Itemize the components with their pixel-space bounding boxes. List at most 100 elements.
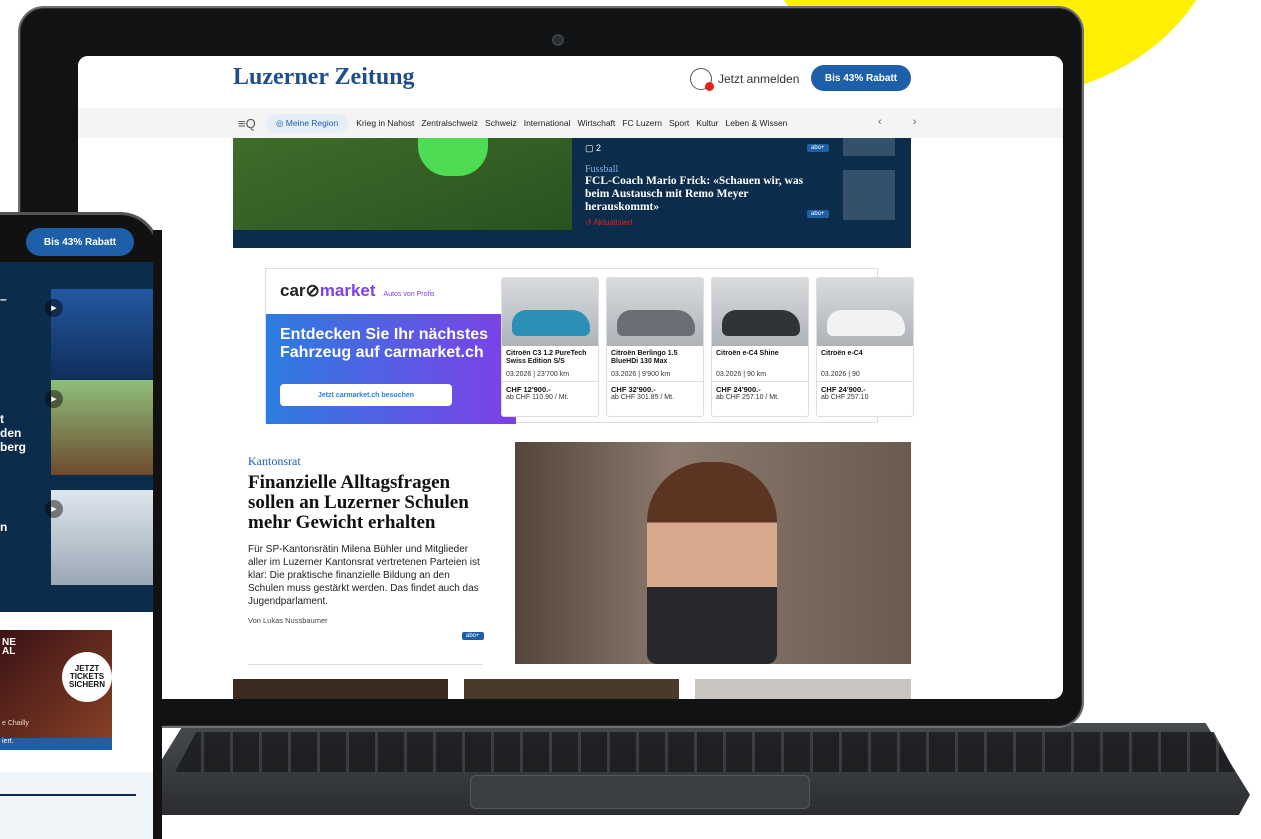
login-link[interactable]: Jetzt anmelden [690, 66, 799, 92]
carmarket-logo: car⊘market Autos von Profis [280, 281, 435, 301]
phone-teaser-image[interactable]: ▶ [45, 289, 153, 384]
hero-teaser[interactable]: ▢ 2 Fussball FCL-Coach Mario Frick: «Sch… [233, 138, 911, 248]
phone-frame-edge [153, 230, 162, 839]
article-lead: Für SP-Kantonsrätin Milena Bühler und Mi… [248, 544, 480, 607]
play-icon[interactable]: ▶ [45, 500, 63, 518]
teaser-image[interactable] [464, 679, 679, 699]
phone-teaser-image[interactable]: ▶ [45, 380, 153, 475]
phone-teaser-text[interactable]: n [0, 520, 7, 534]
menu-search-icon[interactable]: ≡Q [238, 116, 266, 131]
portrait-figure [647, 462, 777, 664]
phone-light-section: NE AL JETZT TICKETS SICHERN e Chailly ie… [0, 612, 153, 839]
divider [248, 664, 483, 665]
phone-ad-caption: e Chailly [2, 720, 29, 727]
car-name: Citroën C3 1.2 PureTech Swiss Edition S/… [506, 350, 587, 365]
car-shape [827, 310, 905, 336]
car-price: CHF 12'900.- [506, 385, 551, 394]
phone-ad-footer: iert. [0, 738, 112, 750]
keyboard [175, 732, 1235, 772]
nav-region-label: Meine Region [285, 117, 339, 128]
check-icon: ⊘ [305, 281, 320, 300]
car-name: Citroën Berlingo 1.5 BlueHDi 130 Max [611, 350, 678, 365]
nav-region[interactable]: ◎ Meine Region [266, 113, 349, 133]
site-header: Luzerner Zeitung Jetzt anmelden Bis 43% … [78, 56, 1063, 108]
phone-teaser-text[interactable]: t den berg [0, 412, 26, 454]
car-rate: ab CHF 257.10 [821, 394, 869, 401]
phone-ad[interactable]: NE AL JETZT TICKETS SICHERN e Chailly [0, 630, 112, 750]
phone-ad-title: NE AL [2, 637, 16, 657]
car-shape [617, 310, 695, 336]
nav-item-zentralschweiz[interactable]: Zentralschweiz [421, 118, 478, 128]
logo-tagline: Autos von Profis [383, 291, 435, 298]
laptop-lid: Luzerner Zeitung Jetzt anmelden Bis 43% … [18, 6, 1084, 728]
logo-part-car: car [280, 281, 306, 300]
comment-count-value: 2 [596, 143, 602, 153]
nav-item-sport[interactable]: Sport [669, 118, 689, 128]
hero-headline[interactable]: FCL-Coach Mario Frick: «Schauen wir, was… [585, 175, 815, 214]
ad-cta-button[interactable]: Jetzt carmarket.ch besuchen [280, 384, 452, 406]
teaser-thumbnail[interactable] [843, 170, 895, 220]
car-spec: 03.2026 | 90 km [712, 368, 808, 382]
nav-item-international[interactable]: International [524, 118, 571, 128]
car-shape [512, 310, 590, 336]
subscribe-button[interactable]: Bis 43% Rabatt [811, 65, 911, 91]
article-headline[interactable]: Finanzielle Alltagsfragen sollen an Luze… [248, 473, 488, 533]
car-image [817, 278, 913, 346]
car-price: CHF 24'900.- [716, 385, 761, 394]
football-image [233, 138, 572, 230]
abo-badge: abo+ [807, 210, 829, 218]
phone-teaser-image[interactable]: ▶ [45, 490, 153, 585]
article-photo[interactable] [515, 442, 911, 664]
logo-part-market: market [319, 281, 376, 300]
nav-item-fc-luzern[interactable]: FC Luzern [622, 118, 662, 128]
phone-dark-section: – ▶ t den berg ▶ n ▶ [0, 262, 153, 612]
car-shape [722, 310, 800, 336]
update-label: Aktualisiert [593, 218, 633, 227]
user-icon [690, 68, 714, 91]
article-byline: Von Lukas Nussbaumer [248, 616, 328, 625]
car-card[interactable]: Citroën e-C4 03.2026 | 90 CHF 24'900.- ab C… [816, 277, 914, 417]
tickets-badge[interactable]: JETZT TICKETS SICHERN [62, 652, 112, 702]
laptop-screen: Luzerner Zeitung Jetzt anmelden Bis 43% … [78, 56, 1063, 699]
main-nav: ≡Q ◎ Meine Region Krieg in Nahost Zentra… [78, 108, 1063, 138]
car-image [502, 278, 598, 346]
car-rate: ab CHF 301.85 / Mt. [611, 394, 675, 401]
car-spec: 03.2026 | 23'700 km [502, 368, 598, 382]
ad-banner: Entdecken Sie Ihr nächstes Fahrzeug auf … [266, 314, 516, 424]
lead-article[interactable]: Kantonsrat Finanzielle Alltagsfragen sol… [248, 454, 488, 640]
phone-subscribe-button[interactable]: Bis 43% Rabatt [26, 228, 134, 256]
nav-item-nahost[interactable]: Krieg in Nahost [356, 118, 414, 128]
teaser-thumbnail[interactable] [843, 138, 895, 156]
nav-scroll-arrows-icon[interactable]: ‹ › [878, 116, 930, 128]
nav-item-kultur[interactable]: Kultur [696, 118, 718, 128]
phone-bottom-panel [0, 772, 153, 839]
car-image [607, 278, 703, 346]
login-label: Jetzt anmelden [718, 72, 800, 86]
car-rate: ab CHF 110.90 / Mt. [506, 394, 569, 401]
car-card[interactable]: Citroën e-C4 Shine 03.2026 | 90 km CHF 24'… [711, 277, 809, 417]
car-price: CHF 32'900.- [611, 385, 656, 394]
abo-badge: abo+ [462, 632, 484, 640]
site-logo[interactable]: Luzerner Zeitung [233, 64, 415, 91]
webcam-icon [552, 34, 564, 46]
teaser-image[interactable] [695, 679, 911, 699]
car-price: CHF 24'900.- [821, 385, 866, 394]
car-rate: ab CHF 257.10 / Mt. [716, 394, 780, 401]
nav-item-wirtschaft[interactable]: Wirtschaft [578, 118, 616, 128]
trackpad [470, 775, 810, 809]
play-icon[interactable]: ▶ [45, 390, 63, 408]
car-spec: 03.2026 | 90 [817, 368, 913, 382]
car-name: Citroën e-C4 Shine [716, 350, 779, 357]
abo-badge: abo+ [807, 144, 829, 152]
car-card[interactable]: Citroën Berlingo 1.5 BlueHDi 130 Max 03.2… [606, 277, 704, 417]
car-image [712, 278, 808, 346]
article-category: Kantonsrat [248, 454, 301, 468]
nav-item-schweiz[interactable]: Schweiz [485, 118, 517, 128]
play-icon[interactable]: ▶ [45, 299, 63, 317]
car-card[interactable]: Citroën C3 1.2 PureTech Swiss Edition S/… [501, 277, 599, 417]
nav-item-leben-wissen[interactable]: Leben & Wissen [726, 118, 788, 128]
ad-title: Entdecken Sie Ihr nächstes Fahrzeug auf … [280, 326, 489, 361]
teaser-image[interactable] [233, 679, 448, 699]
carmarket-ad[interactable]: car⊘market Autos von Profis Entdecken Sie… [265, 268, 914, 424]
phone-teaser-text[interactable]: – [0, 292, 7, 306]
